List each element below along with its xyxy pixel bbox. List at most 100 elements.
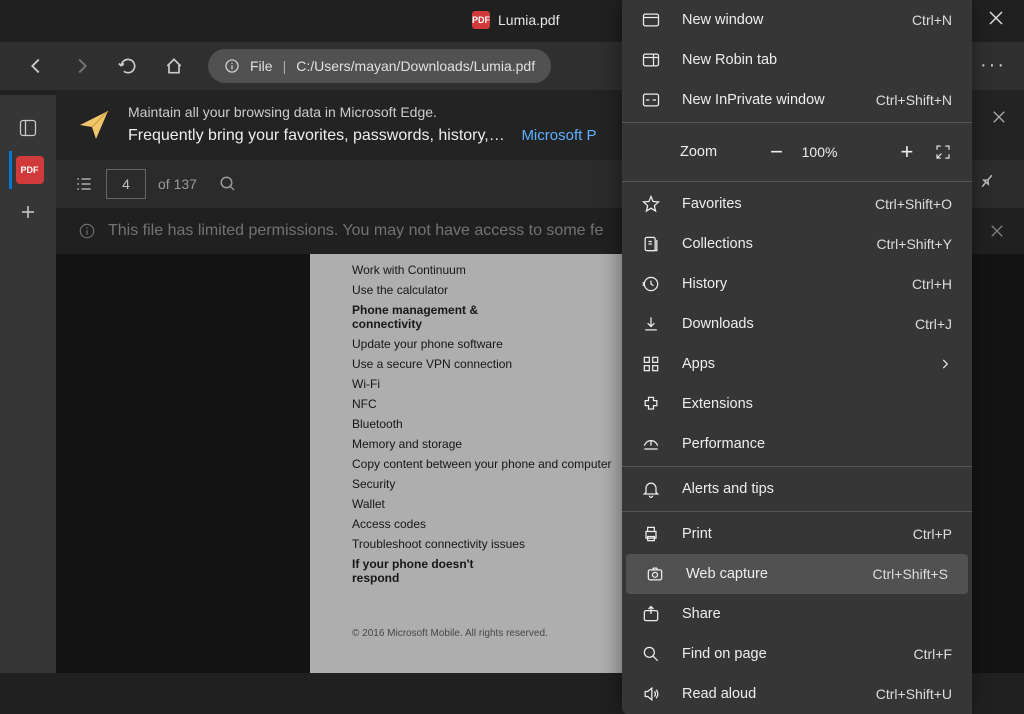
menu-item-downloads[interactable]: Downloads Ctrl+J xyxy=(622,304,972,344)
menu-item-shortcut: Ctrl+J xyxy=(915,316,952,332)
menu-separator xyxy=(622,466,972,467)
collections-icon xyxy=(640,233,662,255)
menu-item-label: New window xyxy=(682,12,763,28)
toc-label: Copy content between your phone and comp… xyxy=(352,457,612,471)
menu-item-shortcut: Ctrl+H xyxy=(912,276,952,292)
history-icon xyxy=(640,273,662,295)
menu-item-alerts-and-tips[interactable]: Alerts and tips xyxy=(622,469,972,509)
tab-title[interactable]: Lumia.pdf xyxy=(498,12,559,28)
toc-label: Security xyxy=(352,477,395,491)
menu-item-print[interactable]: Print Ctrl+P xyxy=(622,514,972,554)
menu-item-label: Downloads xyxy=(682,316,754,332)
menu-item-shortcut: Ctrl+Shift+N xyxy=(876,92,952,108)
menu-item-label: Print xyxy=(682,526,712,542)
home-button[interactable] xyxy=(154,46,194,86)
page-count: of 137 xyxy=(158,176,197,192)
toc-icon[interactable] xyxy=(74,174,94,194)
menu-separator xyxy=(622,122,972,123)
menu-item-history[interactable]: History Ctrl+H xyxy=(622,264,972,304)
robin-icon xyxy=(640,49,662,71)
vtabs-pdf-tab[interactable]: PDF xyxy=(9,151,47,189)
close-window-button[interactable] xyxy=(988,10,1004,26)
reload-button[interactable] xyxy=(108,46,148,86)
toc-label: Work with Continuum xyxy=(352,263,466,277)
banner-line2: Frequently bring your favorites, passwor… xyxy=(128,127,505,144)
menu-item-favorites[interactable]: Favorites Ctrl+Shift+O xyxy=(622,184,972,224)
menu-item-shortcut: Ctrl+P xyxy=(913,526,952,542)
menu-item-label: Extensions xyxy=(682,396,753,412)
star-icon xyxy=(640,193,662,215)
toc-label: Memory and storage xyxy=(352,437,462,451)
menu-item-shortcut: Ctrl+F xyxy=(914,646,953,662)
menu-item-extensions[interactable]: Extensions xyxy=(622,384,972,424)
toc-label: Wallet xyxy=(352,497,385,511)
menu-item-share[interactable]: Share xyxy=(622,594,972,634)
toc-label: Use a secure VPN connection xyxy=(352,357,512,371)
new-tab-button[interactable] xyxy=(9,193,47,231)
vertical-tabs: PDF xyxy=(0,95,56,673)
search-icon[interactable] xyxy=(219,175,237,193)
menu-item-web-capture[interactable]: Web capture Ctrl+Shift+S xyxy=(626,554,968,594)
zoom-level: 100% xyxy=(792,144,848,160)
more-button[interactable]: ··· xyxy=(980,54,1006,77)
page-number-input[interactable] xyxy=(106,169,146,199)
readaloud-icon xyxy=(640,683,662,705)
pdf-tab-icon: PDF xyxy=(472,11,490,29)
zoom-out-button[interactable]: − xyxy=(762,139,792,165)
menu-item-shortcut: Ctrl+Shift+S xyxy=(873,566,948,582)
info-icon xyxy=(78,222,96,240)
back-button[interactable] xyxy=(16,46,56,86)
window-icon xyxy=(640,9,662,31)
pdf-icon: PDF xyxy=(16,156,44,184)
menu-item-shortcut: Ctrl+Shift+U xyxy=(876,686,952,702)
capture-icon xyxy=(644,563,666,585)
menu-item-label: New Robin tab xyxy=(682,52,777,68)
menu-item-label: Web capture xyxy=(686,566,768,582)
menu-separator xyxy=(622,181,972,182)
menu-separator xyxy=(622,511,972,512)
menu-item-label: Favorites xyxy=(682,196,742,212)
menu-item-label: Share xyxy=(682,606,721,622)
apps-icon xyxy=(640,353,662,375)
menu-item-performance[interactable]: Performance xyxy=(622,424,972,464)
menu-item-shortcut: Ctrl+Shift+Y xyxy=(877,236,952,252)
menu-item-label: New InPrivate window xyxy=(682,92,825,108)
menu-item-new-robin-tab[interactable]: New Robin tab xyxy=(622,40,972,80)
share-icon xyxy=(640,603,662,625)
banner-close-button[interactable] xyxy=(992,110,1006,124)
toc-label: Use the calculator xyxy=(352,283,448,297)
menu-item-label: Collections xyxy=(682,236,753,252)
menu-item-read-aloud[interactable]: Read aloudCtrl+Shift+U xyxy=(622,674,972,714)
toc-label: Wi-Fi xyxy=(352,377,380,391)
banner-link[interactable]: Microsoft P xyxy=(521,127,596,144)
menu-item-shortcut: Ctrl+Shift+O xyxy=(875,196,952,212)
menu-item-new-window[interactable]: New windowCtrl+N xyxy=(622,0,972,40)
vtabs-toggle[interactable] xyxy=(9,109,47,147)
address-path: C:/Users/mayan/Downloads/Lumia.pdf xyxy=(296,58,535,74)
chevron-right-icon xyxy=(938,357,952,371)
bell-icon xyxy=(640,478,662,500)
forward-button[interactable] xyxy=(62,46,102,86)
menu-item-label: History xyxy=(682,276,727,292)
extensions-icon xyxy=(640,393,662,415)
banner-line1: Maintain all your browsing data in Micro… xyxy=(128,101,596,123)
menu-item-new-inprivate-window[interactable]: New InPrivate window Ctrl+Shift+N xyxy=(622,80,972,120)
toc-label: NFC xyxy=(352,397,377,411)
menu-item-apps[interactable]: Apps xyxy=(622,344,972,384)
menu-item-collections[interactable]: Collections Ctrl+Shift+Y xyxy=(622,224,972,264)
menu-item-label: Apps xyxy=(682,356,715,372)
fullscreen-button[interactable] xyxy=(934,143,952,161)
menu-item-label: Find on page xyxy=(682,646,767,662)
warning-text: This file has limited permissions. You m… xyxy=(108,222,603,240)
toc-label: Troubleshoot connectivity issues xyxy=(352,537,525,551)
menu-item-label: Alerts and tips xyxy=(682,481,774,497)
menu-item-find-on-page[interactable]: Find on page Ctrl+F xyxy=(622,634,972,674)
paper-plane-icon xyxy=(78,109,110,141)
address-bar[interactable]: File | C:/Users/mayan/Downloads/Lumia.pd… xyxy=(208,49,551,83)
warning-close-button[interactable] xyxy=(990,224,1004,238)
toc-label: Phone management & connectivity xyxy=(352,303,492,331)
download-icon xyxy=(640,313,662,335)
settings-menu: New windowCtrl+N New Robin tab New InPriva… xyxy=(622,0,972,714)
print-icon xyxy=(640,523,662,545)
zoom-in-button[interactable]: + xyxy=(892,139,922,165)
